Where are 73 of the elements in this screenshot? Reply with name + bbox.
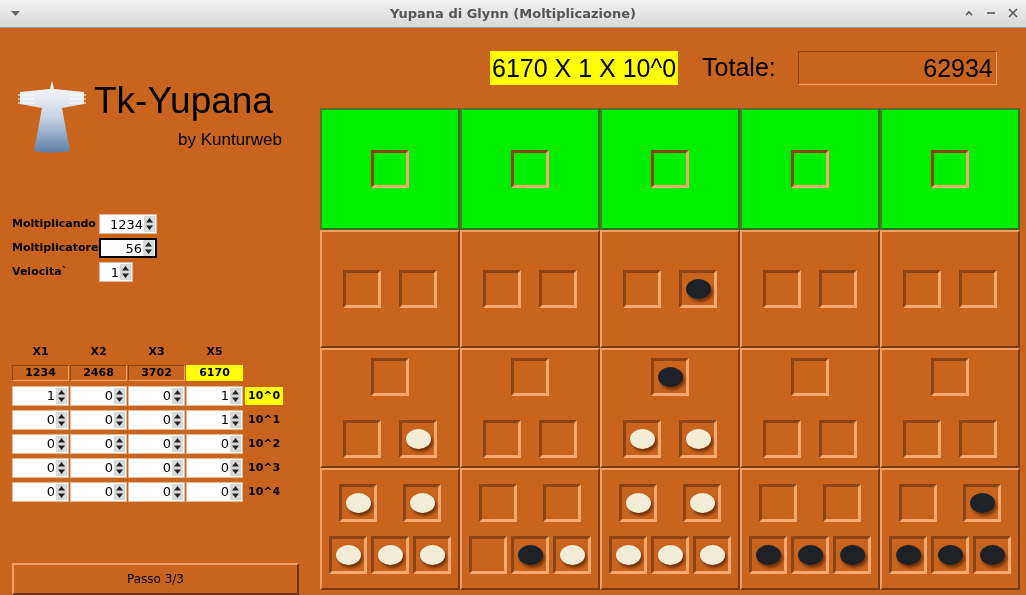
spin-box[interactable]: 1234 bbox=[99, 214, 157, 234]
spin-arrows-icon[interactable] bbox=[56, 483, 67, 500]
product-value: 2468 bbox=[70, 364, 127, 381]
spin-box[interactable]: 1 bbox=[99, 262, 133, 282]
spin-arrows-icon[interactable] bbox=[230, 483, 241, 500]
spin-arrows-icon[interactable] bbox=[172, 411, 183, 428]
app-subtitle: by Kunturweb bbox=[178, 131, 282, 148]
spin-box[interactable]: 0 bbox=[70, 433, 127, 454]
window-title: Yupana di Glynn (Moltiplicazione) bbox=[390, 4, 636, 23]
spin-box[interactable]: 0 bbox=[128, 385, 185, 406]
spin-box[interactable]: 0 bbox=[70, 481, 127, 502]
app-title: Tk-Yupana bbox=[94, 82, 273, 119]
spin-arrows-icon[interactable] bbox=[230, 387, 241, 404]
spin-arrows-icon[interactable] bbox=[143, 240, 154, 256]
spin-arrows-icon[interactable] bbox=[114, 483, 125, 500]
spin-arrows-icon[interactable] bbox=[114, 435, 125, 452]
spin-arrows-icon[interactable] bbox=[56, 435, 67, 452]
spin-box[interactable]: 0 bbox=[186, 481, 243, 502]
spin-box[interactable]: 0 bbox=[128, 433, 185, 454]
spin-arrows-icon[interactable] bbox=[56, 387, 67, 404]
power-label: 10^1 bbox=[247, 411, 282, 428]
spin-box[interactable]: 0 bbox=[70, 385, 127, 406]
spin-box[interactable]: 1 bbox=[12, 385, 69, 406]
spin-box[interactable]: 56 bbox=[99, 238, 157, 258]
operation-display: 6170 X 1 X 10^0 bbox=[490, 51, 679, 85]
spin-arrows-icon[interactable] bbox=[230, 435, 241, 452]
spin-arrows-icon[interactable] bbox=[172, 435, 183, 452]
spin-box[interactable]: 0 bbox=[12, 409, 69, 430]
field-label: Moltiplicando bbox=[12, 215, 97, 232]
power-label: 10^4 bbox=[247, 483, 282, 500]
product-value: 1234 bbox=[12, 364, 69, 381]
spin-arrows-icon[interactable] bbox=[172, 483, 183, 500]
spin-box[interactable]: 0 bbox=[128, 409, 185, 430]
product-value: 3702 bbox=[128, 364, 185, 381]
spin-box[interactable]: 0 bbox=[128, 481, 185, 502]
spin-arrows-icon[interactable] bbox=[114, 459, 125, 476]
spin-arrows-icon[interactable] bbox=[172, 387, 183, 404]
spin-box[interactable]: 0 bbox=[70, 457, 127, 478]
window-menu-icon[interactable] bbox=[11, 11, 20, 17]
product-value: 6170 bbox=[186, 364, 243, 381]
spin-box[interactable]: 0 bbox=[12, 433, 69, 454]
field-label: Velocita` bbox=[12, 263, 69, 280]
power-label: 10^0 bbox=[245, 386, 284, 405]
spin-box[interactable]: 0 bbox=[186, 457, 243, 478]
maximize-icon[interactable] bbox=[964, 8, 974, 18]
spin-box[interactable]: 0 bbox=[128, 457, 185, 478]
spin-arrows-icon[interactable] bbox=[144, 216, 155, 232]
spin-box[interactable]: 0 bbox=[70, 409, 127, 430]
spin-box[interactable]: 1 bbox=[186, 409, 243, 430]
field-label: Moltiplicatore bbox=[12, 239, 99, 256]
column-header: X3 bbox=[147, 344, 166, 360]
column-header: X5 bbox=[205, 344, 224, 360]
power-label: 10^2 bbox=[247, 435, 282, 452]
logo-drawing bbox=[18, 81, 86, 153]
spin-box[interactable]: 0 bbox=[12, 457, 69, 478]
spin-arrows-icon[interactable] bbox=[56, 411, 67, 428]
spin-arrows-icon[interactable] bbox=[56, 459, 67, 476]
spin-box[interactable]: 1 bbox=[186, 385, 243, 406]
power-label: 10^3 bbox=[247, 459, 282, 476]
column-header: X2 bbox=[89, 344, 108, 360]
spin-box[interactable]: 0 bbox=[12, 481, 69, 502]
spin-box[interactable]: 0 bbox=[186, 433, 243, 454]
total-value: 62934 bbox=[797, 51, 997, 85]
column-header: X1 bbox=[31, 344, 50, 360]
close-icon[interactable] bbox=[1008, 8, 1018, 18]
step-button[interactable]: Passo 3/3 bbox=[12, 563, 299, 595]
spin-arrows-icon[interactable] bbox=[172, 459, 183, 476]
total-label: Totale: bbox=[702, 52, 776, 84]
spin-arrows-icon[interactable] bbox=[120, 264, 131, 280]
spin-arrows-icon[interactable] bbox=[230, 411, 241, 428]
spin-arrows-icon[interactable] bbox=[114, 387, 125, 404]
spin-arrows-icon[interactable] bbox=[230, 459, 241, 476]
spin-arrows-icon[interactable] bbox=[114, 411, 125, 428]
